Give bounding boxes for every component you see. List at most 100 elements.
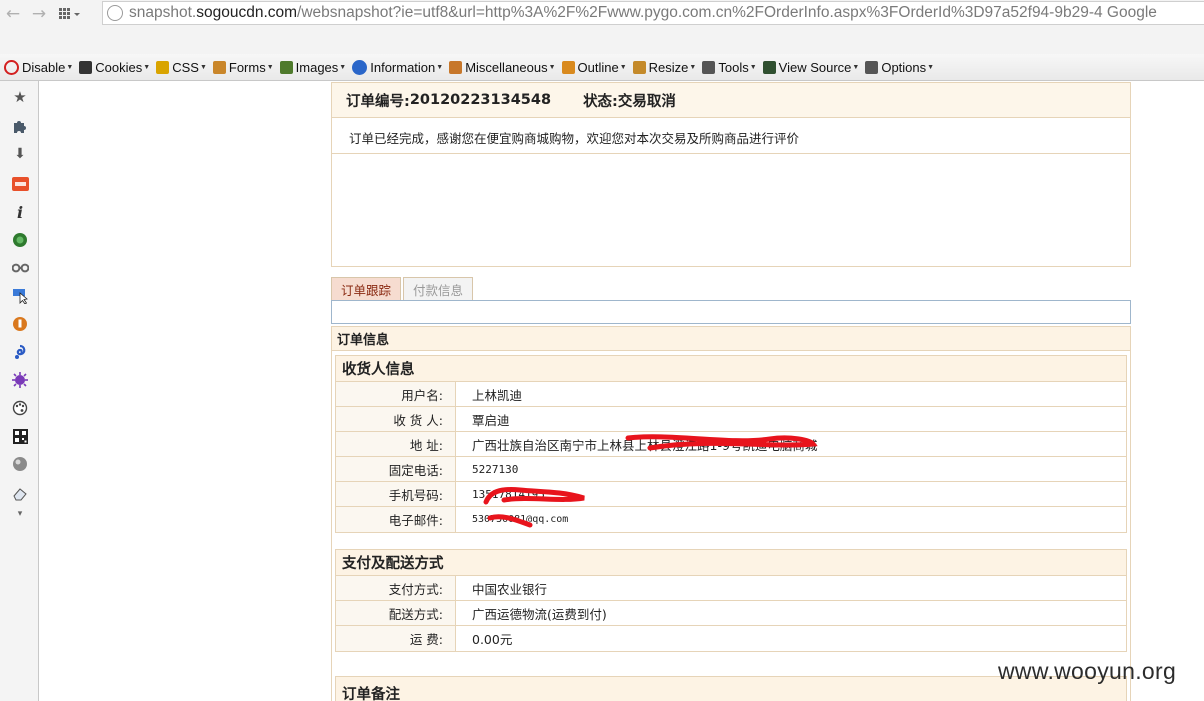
devbar-label: Options: [881, 59, 927, 75]
redaction-mark: [625, 434, 818, 451]
devbar-options-menu[interactable]: Options ▼: [865, 60, 934, 75]
redaction-mark: [487, 514, 533, 528]
dropdown-caret-icon: ▼: [852, 63, 860, 71]
pencil-icon: [561, 60, 575, 74]
cookie-person-icon: [79, 60, 93, 74]
devbar-css-menu[interactable]: CSS ▼: [156, 60, 207, 75]
devbar-disable-menu[interactable]: Disable ▼: [4, 59, 73, 75]
order-status-label: 状态:: [583, 93, 618, 110]
view-source-icon: [762, 60, 776, 74]
table-row: 支付方式: 中国农业银行: [336, 576, 1126, 601]
field-label: 配送方式:: [336, 601, 456, 625]
dropdown-caret-icon: ▼: [199, 63, 207, 71]
table-row: 手机号码: 13517814195: [336, 482, 1126, 507]
devbar-label: View Source: [778, 59, 852, 75]
table-row: 配送方式: 广西运德物流(运费到付): [336, 601, 1126, 626]
devbar-label: Information: [370, 59, 436, 75]
devbar-label: Forms: [228, 59, 266, 75]
dropdown-caret-icon: ▼: [619, 63, 627, 71]
disable-icon: [4, 59, 19, 75]
field-label: 手机号码:: [336, 482, 456, 506]
devbar-label: Cookies: [95, 59, 143, 75]
dropdown-caret-icon: ▼: [749, 63, 757, 71]
apps-grid-icon: [59, 8, 80, 19]
palette-icon[interactable]: [11, 399, 29, 417]
table-row: 电子邮件: 530750081@qq.com: [336, 507, 1126, 532]
table-row: 用户名: 上林凯迪: [336, 382, 1126, 407]
info-italic-icon[interactable]: i: [11, 203, 29, 222]
bookmarks-bar-space: [0, 28, 1204, 54]
order-number-label: 订单编号:: [346, 93, 410, 110]
payment-section: 支付及配送方式 支付方式: 中国农业银行 配送方式: 广西运德物流(运费到付) 运 …: [335, 549, 1127, 652]
shield-icon[interactable]: [11, 231, 29, 249]
dropdown-caret-icon: ▼: [689, 63, 697, 71]
resize-pencil-icon: [632, 60, 646, 74]
field-label: 收 货 人:: [336, 407, 456, 431]
field-label: 用户名:: [336, 382, 456, 406]
consignee-value: 覃启迪: [472, 412, 510, 428]
globe-icon[interactable]: [11, 455, 29, 473]
devbar-label: Tools: [718, 59, 749, 75]
tab-order-tracking[interactable]: 订单跟踪: [331, 277, 402, 301]
notice-divider: [332, 153, 1130, 154]
field-label: 支付方式:: [336, 576, 456, 600]
devbar-label: Miscellaneous: [465, 59, 548, 75]
devbar-information-menu[interactable]: Information ▼: [352, 59, 443, 75]
tools-icon: [702, 60, 716, 74]
watermark: www.wooyun.org: [998, 658, 1177, 684]
forward-button[interactable]: →: [26, 2, 52, 26]
devbar-label: Outline: [577, 59, 619, 75]
order-title-bar: 订单编号: 20120223134548 状态:交易取消: [331, 82, 1131, 118]
devbar-label: Disable: [22, 59, 66, 75]
field-label: 地 址:: [336, 432, 456, 456]
weibo-icon[interactable]: [11, 175, 29, 193]
eraser-icon[interactable]: [11, 485, 29, 503]
devbar-resize-menu[interactable]: Resize ▼: [632, 59, 697, 75]
star-icon[interactable]: ★: [11, 88, 29, 106]
order-notice-text: 订单已经完成，感谢您在便宜购商城购物，欢迎您对本次交易及所购商品进行评价: [349, 131, 800, 146]
cursor-icon[interactable]: [11, 287, 29, 305]
order-status: 交易取消: [617, 93, 676, 110]
tab-content-panel: [331, 300, 1131, 324]
devbar-label: Resize: [648, 59, 689, 75]
tab-payment-info[interactable]: 付款信息: [403, 277, 474, 301]
info-icon: [352, 59, 368, 75]
lastpass-icon[interactable]: [11, 315, 29, 333]
devbar-view-source-menu[interactable]: View Source ▼: [762, 59, 860, 75]
shipping-fee-value: 0.00元: [472, 632, 513, 647]
address-text: snapshot.sogoucdn.com/websnapshot?ie=utf…: [129, 4, 1157, 21]
table-row: 运 费: 0.00元: [336, 626, 1126, 651]
page-globe-icon: [107, 5, 123, 21]
download-icon[interactable]: ⬇: [11, 145, 29, 163]
puzzle-icon[interactable]: [11, 117, 29, 135]
address-bar[interactable]: snapshot.sogoucdn.com/websnapshot?ie=utf…: [102, 1, 1204, 25]
qr-icon[interactable]: [11, 427, 29, 445]
back-button[interactable]: ←: [0, 2, 26, 26]
delivery-method-value: 广西运德物流(运费到付): [472, 606, 607, 622]
swirl-icon[interactable]: [11, 343, 29, 361]
more-chevron-icon[interactable]: ▾: [11, 505, 29, 523]
devbar-cookies-menu[interactable]: Cookies ▼: [79, 60, 150, 75]
email-value: 530750081@qq.com: [472, 514, 569, 525]
apps-grid-button[interactable]: [52, 2, 88, 26]
virus-icon[interactable]: [11, 371, 29, 389]
dropdown-caret-icon: ▼: [548, 63, 556, 71]
field-label: 固定电话:: [336, 457, 456, 481]
devbar-label: CSS: [172, 59, 199, 75]
table-row: 收 货 人: 覃启迪: [336, 407, 1126, 432]
redaction-mark: [483, 487, 585, 505]
devbar-miscellaneous-menu[interactable]: Miscellaneous ▼: [449, 59, 556, 75]
devbar-outline-menu[interactable]: Outline ▼: [561, 59, 627, 75]
glasses-icon[interactable]: [11, 259, 29, 277]
devbar-images-menu[interactable]: Images ▼: [279, 59, 347, 75]
devbar-forms-menu[interactable]: Forms ▼: [212, 59, 274, 75]
forms-clipboard-icon: [212, 60, 226, 74]
devbar-tools-menu[interactable]: Tools ▼: [702, 59, 757, 75]
devbar-label: Images: [295, 59, 339, 75]
landline-value: 5227130: [472, 462, 519, 476]
table-row: 固定电话: 5227130: [336, 457, 1126, 482]
dropdown-caret-icon: ▼: [339, 63, 347, 71]
payment-method-value: 中国农业银行: [472, 581, 548, 597]
web-developer-toolbar: Disable ▼ Cookies ▼ CSS ▼ Forms ▼ Images ▼ Informa…: [0, 54, 1204, 81]
payment-title: 支付及配送方式: [336, 550, 1126, 576]
